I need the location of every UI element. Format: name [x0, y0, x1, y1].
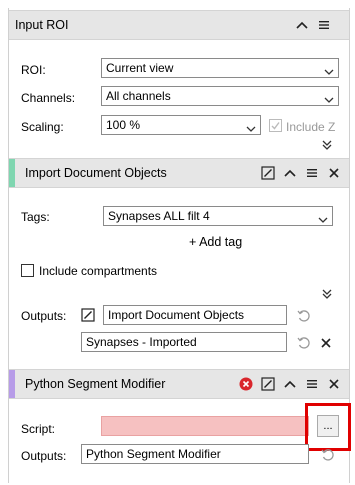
chevron-down-icon: [324, 63, 334, 81]
tags-select[interactable]: Synapses ALL filt 4: [103, 206, 333, 226]
script-label: Script:: [21, 422, 56, 436]
input-roi-header[interactable]: Input ROI: [9, 10, 349, 40]
tags-label: Tags:: [21, 210, 50, 224]
tags-select-value: Synapses ALL filt 4: [108, 209, 210, 223]
edit-icon[interactable]: [257, 162, 279, 184]
script-input[interactable]: [101, 416, 309, 436]
channels-label: Channels:: [21, 91, 76, 105]
include-z-checkbox[interactable]: [269, 119, 282, 132]
roi-select[interactable]: Current view: [101, 58, 339, 78]
menu-icon[interactable]: [313, 14, 335, 36]
import-doc-title: Import Document Objects: [25, 166, 167, 180]
include-z-label: Include Z: [286, 120, 336, 134]
reset-icon[interactable]: [295, 334, 313, 352]
output-name-input[interactable]: Import Document Objects: [103, 305, 287, 325]
chevron-down-icon: [246, 120, 256, 138]
chevron-down-icon: [324, 91, 334, 109]
close-icon[interactable]: [323, 162, 345, 184]
expand-more-icon[interactable]: [319, 287, 335, 301]
roi-select-value: Current view: [106, 61, 174, 75]
expand-more-icon[interactable]: [319, 138, 335, 152]
collapse-icon[interactable]: [279, 162, 301, 184]
include-compartments-label: Include compartments: [39, 264, 158, 278]
include-compartments-checkbox[interactable]: [21, 264, 34, 277]
python-seg-header[interactable]: Python Segment Modifier: [9, 369, 349, 399]
channels-select-value: All channels: [106, 89, 171, 103]
edit-icon[interactable]: [257, 373, 279, 395]
python-output-input[interactable]: Python Segment Modifier: [81, 444, 309, 464]
scaling-select[interactable]: 100 %: [101, 115, 261, 135]
add-tag-button[interactable]: + Add tag: [189, 235, 242, 249]
python-outputs-label: Outputs:: [21, 449, 67, 463]
edit-output-icon[interactable]: [79, 306, 97, 324]
scaling-select-value: 100 %: [106, 118, 141, 132]
close-icon[interactable]: [323, 373, 345, 395]
reset-icon[interactable]: [295, 307, 313, 325]
python-seg-accent: [9, 370, 15, 398]
highlight-box: [305, 403, 351, 451]
python-seg-title: Python Segment Modifier: [25, 377, 166, 391]
output-tag-input[interactable]: Synapses - Imported: [81, 332, 287, 352]
collapse-icon[interactable]: [279, 373, 301, 395]
import-doc-header[interactable]: Import Document Objects: [9, 158, 349, 188]
outputs-label: Outputs:: [21, 309, 67, 323]
menu-icon[interactable]: [301, 162, 323, 184]
remove-output-icon[interactable]: [317, 334, 335, 352]
input-roi-title: Input ROI: [15, 18, 69, 32]
scaling-label: Scaling:: [21, 120, 64, 134]
roi-label: ROI:: [21, 63, 46, 77]
error-icon[interactable]: [235, 373, 257, 395]
pipeline-panel: Input ROI ROI: Current view Channels: Al…: [8, 8, 351, 483]
menu-icon[interactable]: [301, 373, 323, 395]
channels-select[interactable]: All channels: [101, 86, 339, 106]
reset-icon[interactable]: [319, 446, 337, 464]
chevron-down-icon: [318, 211, 328, 229]
import-doc-accent: [9, 159, 15, 187]
collapse-icon[interactable]: [291, 14, 313, 36]
